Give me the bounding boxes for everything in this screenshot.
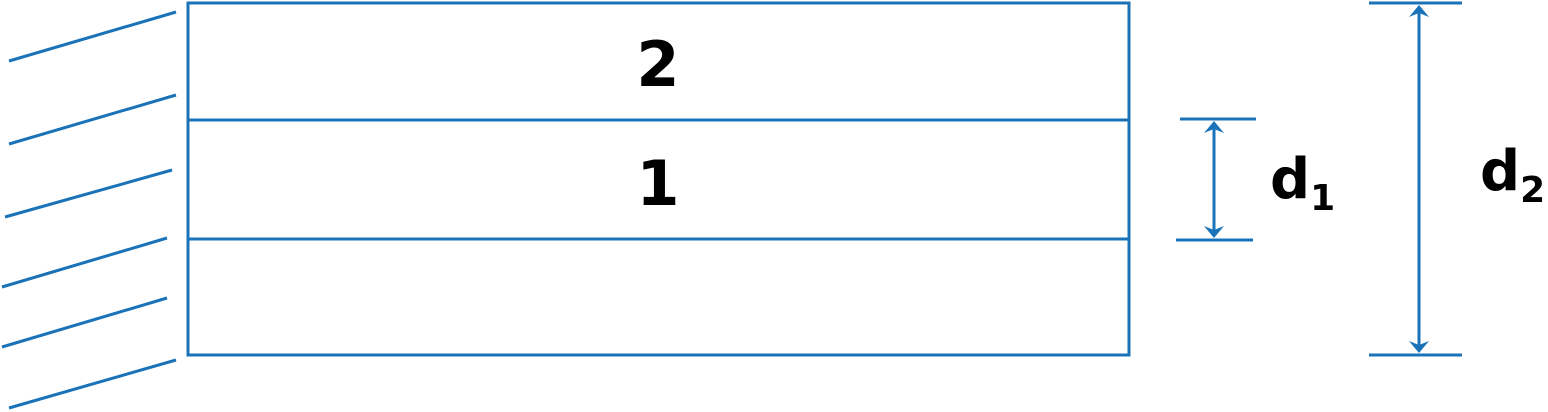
wall-hatching [1, 10, 177, 410]
d1-symbol: d [1270, 147, 1310, 212]
hatch-line [8, 10, 177, 63]
layer-stack-diagram: 2 1 d1 d2 [1, 1, 1545, 410]
hatch-line [8, 358, 177, 410]
hatch-line [4, 168, 173, 219]
layer-1-label: 1 [636, 147, 679, 220]
d2-symbol: d [1480, 139, 1520, 204]
d2-subscript: 2 [1520, 170, 1545, 211]
layer-stack: 2 1 [186, 1, 1131, 357]
hatch-line [8, 93, 177, 146]
dimension-d1: d1 [1176, 117, 1335, 242]
hatch-line [1, 236, 168, 289]
dimension-d2: d2 [1369, 1, 1545, 357]
d2-label: d2 [1480, 139, 1545, 211]
d1-subscript: 1 [1310, 178, 1335, 219]
d1-label: d1 [1270, 147, 1335, 219]
layer-2-label: 2 [636, 28, 679, 101]
hatch-line [1, 296, 168, 349]
